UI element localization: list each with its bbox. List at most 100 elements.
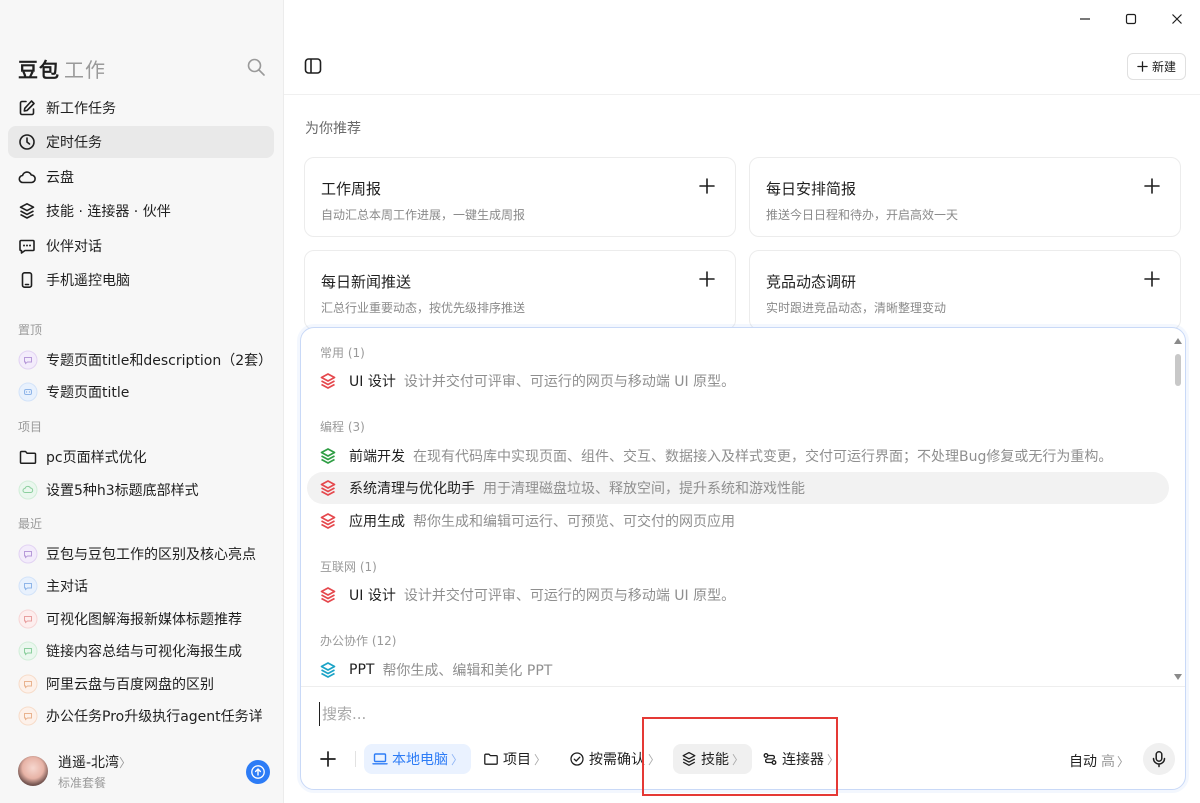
- window-controls: [1062, 0, 1200, 38]
- skill-item[interactable]: 前端开发 在现有代码库中实现页面、组件、交互、数据接入及样式变更，交付可运行界面…: [307, 440, 1169, 472]
- sidebar-item-label: 技能 · 连接器 · 伙伴: [46, 204, 171, 221]
- upgrade-button[interactable]: [246, 760, 270, 784]
- folder-icon: [484, 753, 498, 765]
- chevron-right-icon: 〉: [1116, 755, 1129, 769]
- local-computer-chip[interactable]: 本地电脑 〉: [364, 744, 472, 774]
- close-window-button[interactable]: [1154, 0, 1200, 38]
- skill-desc: 设计并交付可评审、可运行的网页与移动端 UI 原型。: [403, 374, 736, 390]
- plus-icon[interactable]: [1144, 178, 1160, 194]
- recent-item[interactable]: 链接内容总结与可视化海报生成: [18, 637, 270, 665]
- maximize-button[interactable]: [1108, 0, 1154, 38]
- scroll-down-icon[interactable]: [1174, 674, 1182, 680]
- minimize-icon: [1080, 18, 1090, 20]
- sidebar-item-scheduled-tasks[interactable]: 定时任务: [8, 126, 274, 159]
- conversation-title: 可视化图解海报新媒体标题推荐: [46, 612, 242, 628]
- skill-layers-icon: [320, 373, 336, 389]
- skill-item[interactable]: UI 设计 设计并交付可评审、可运行的网页与移动端 UI 原型。: [307, 579, 1169, 611]
- plus-icon[interactable]: [1144, 271, 1160, 287]
- recent-item[interactable]: 主对话: [18, 572, 270, 600]
- skill-group-label: 编程 (3): [320, 420, 365, 434]
- layers-icon: [18, 202, 36, 220]
- connectors-chip[interactable]: 连接器 〉: [754, 744, 847, 774]
- skill-item[interactable]: UI 设计 设计并交付可评审、可运行的网页与移动端 UI 原型。: [307, 365, 1169, 397]
- chat-bubble-icon: [18, 576, 38, 596]
- chevron-right-icon: 〉: [732, 752, 745, 767]
- plus-icon[interactable]: [699, 178, 715, 194]
- sidebar-item-label: 新工作任务: [46, 101, 116, 117]
- sidebar-item-cloud-drive[interactable]: 云盘: [8, 161, 274, 193]
- brand-sub: 工作: [64, 58, 106, 82]
- recent-item[interactable]: 可视化图解海报新媒体标题推荐: [18, 605, 270, 633]
- plus-icon[interactable]: [699, 271, 715, 287]
- model-mode-selector[interactable]: 自动高〉: [1069, 751, 1129, 771]
- skill-desc: 帮你生成和编辑可运行、可预览、可交付的网页应用: [413, 514, 735, 530]
- microphone-icon: [1152, 751, 1166, 768]
- scroll-up-icon[interactable]: [1174, 338, 1182, 344]
- minimize-button[interactable]: [1062, 0, 1108, 38]
- recent-item[interactable]: 阿里云盘与百度网盘的区别: [18, 670, 270, 698]
- mode-label: 自动: [1068, 754, 1097, 770]
- user-info: 逍遥-北湾〉 标准套餐: [58, 752, 131, 791]
- skill-group-label: 办公协作 (12): [320, 634, 397, 648]
- phone-icon: [18, 271, 36, 289]
- card-title: 每日安排简报: [766, 180, 857, 198]
- edit-icon: [18, 99, 36, 117]
- card-desc: 汇总行业重要动态，按优先级排序推送: [321, 301, 526, 315]
- brand-name: 豆包: [18, 58, 60, 82]
- pinned-item[interactable]: 专题页面title: [18, 378, 270, 406]
- chip-label: 技能: [701, 752, 729, 768]
- skill-desc: 帮你生成、编辑和美化 PPT: [382, 663, 553, 679]
- project-chip[interactable]: 项目 〉: [475, 744, 554, 774]
- skill-list[interactable]: 常用 (1) UI 设计 设计并交付可评审、可运行的网页与移动端 UI 原型。 …: [301, 328, 1185, 686]
- skill-item[interactable]: PPT 帮你生成、编辑和美化 PPT: [307, 654, 1169, 686]
- sidebar-item-new-task[interactable]: 新工作任务: [8, 92, 274, 124]
- skills-chip[interactable]: 技能 〉: [673, 744, 753, 774]
- sidebar-item-skills-connectors[interactable]: 技能 · 连接器 · 伙伴: [8, 195, 274, 227]
- user-profile[interactable]: 逍遥-北湾〉 标准套餐: [18, 752, 274, 790]
- card-desc: 自动汇总本周工作进展，一键生成周报: [321, 208, 526, 222]
- add-attachment-button[interactable]: [319, 750, 337, 768]
- skill-layers-icon: [320, 662, 336, 678]
- chevron-right-icon: 〉: [534, 752, 547, 767]
- brand-logo: 豆包 工作: [18, 54, 106, 83]
- recommend-card[interactable]: 每日安排简报 推送今日日程和待办，开启高效一天: [749, 157, 1181, 237]
- recent-item[interactable]: 办公任务Pro升级执行agent任务详: [18, 702, 270, 730]
- recommend-card[interactable]: 每日新闻推送 汇总行业重要动态，按优先级排序推送: [304, 250, 736, 330]
- conversation-title: 主对话: [46, 579, 88, 595]
- conversation-title: 豆包与豆包工作的区别及核心亮点: [46, 547, 256, 563]
- chat-bubble-icon: [18, 609, 38, 629]
- scrollbar-thumb[interactable]: [1175, 354, 1181, 386]
- sidebar-item-label: 手机遥控电脑: [46, 272, 130, 289]
- sidebar-item-phone-remote[interactable]: 手机遥控电脑: [8, 264, 274, 296]
- avatar: [18, 756, 48, 786]
- section-label-pinned: 置顶: [18, 323, 43, 337]
- new-button[interactable]: 新建: [1126, 53, 1186, 80]
- voice-input-button[interactable]: [1143, 743, 1175, 775]
- recent-item[interactable]: 豆包与豆包工作的区别及核心亮点: [18, 540, 270, 568]
- skill-desc: 用于清理磁盘垃圾、释放空间，提升系统和游戏性能: [483, 481, 805, 497]
- skill-group-label: 互联网 (1): [320, 560, 377, 574]
- card-title: 竞品动态调研: [766, 273, 857, 291]
- sidebar-toggle-icon[interactable]: [304, 57, 322, 75]
- user-name: 逍遥-北湾〉: [58, 754, 132, 771]
- card-title: 每日新闻推送: [321, 273, 412, 291]
- chat-bubble-icon: [18, 544, 38, 564]
- card-desc: 推送今日日程和待办，开启高效一天: [766, 208, 959, 222]
- chevron-right-icon: 〉: [119, 755, 132, 770]
- laptop-icon: [372, 753, 388, 765]
- project-item[interactable]: pc页面样式优化: [18, 443, 270, 471]
- sidebar-item-partner-chat[interactable]: 伙伴对话: [8, 230, 274, 262]
- confirm-mode-chip[interactable]: 按需确认 〉: [561, 744, 668, 774]
- skill-name: 前端开发: [349, 449, 405, 465]
- skill-item[interactable]: 应用生成 帮你生成和编辑可运行、可预览、可交付的网页应用: [307, 505, 1169, 537]
- search-input[interactable]: [319, 702, 819, 726]
- skill-item-highlighted[interactable]: 系统清理与优化助手 用于清理磁盘垃圾、释放空间，提升系统和游戏性能: [307, 472, 1169, 504]
- search-icon[interactable]: [246, 57, 266, 77]
- recommend-card[interactable]: 工作周报 自动汇总本周工作进展，一键生成周报: [304, 157, 736, 237]
- pinned-item[interactable]: 专题页面title和description（2套）: [18, 346, 270, 374]
- sidebar-item-label: 定时任务: [46, 135, 102, 152]
- project-item[interactable]: 设置5种h3标题底部样式: [18, 476, 270, 504]
- recommend-card[interactable]: 竞品动态调研 实时跟进竞品动态，清晰整理变动: [749, 250, 1181, 330]
- robot-icon: [18, 382, 38, 402]
- cloud-icon: [18, 168, 36, 186]
